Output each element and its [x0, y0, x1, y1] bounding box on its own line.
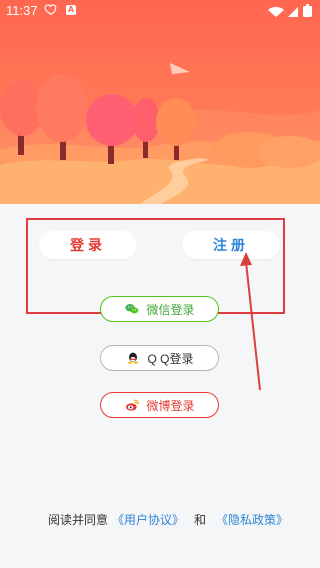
battery-icon [303, 4, 312, 17]
a-icon: A [66, 5, 76, 15]
qq-login-button[interactable]: Q Q登录 [100, 345, 219, 371]
signal-icon [288, 7, 298, 17]
weibo-login-label: 微博登录 [146, 398, 195, 413]
status-bar: 11:37 A [0, 0, 320, 22]
agreement-prefix: 阅读并同意 [48, 512, 109, 527]
agreement-and: 和 [194, 512, 207, 527]
heart-icon [44, 4, 57, 15]
wechat-login-button[interactable]: 微信登录 [100, 296, 219, 322]
user-agreement-link[interactable]: 《用户协议》 [112, 511, 184, 528]
qq-icon [128, 352, 139, 364]
wifi-icon [268, 7, 284, 17]
hero-landscape [0, 0, 320, 204]
agreement-row: 阅读并同意 《用户协议》 和 《隐私政策》 [44, 510, 288, 528]
header-illustration: 11:37 A [0, 0, 320, 204]
login-button[interactable]: 登录 [39, 231, 137, 259]
system-status-icons [268, 4, 312, 17]
wechat-login-label: 微信登录 [146, 302, 195, 317]
privacy-policy-link[interactable]: 《隐私政策》 [216, 511, 288, 528]
weibo-icon [126, 399, 140, 411]
status-time: 11:37 [6, 3, 38, 18]
annotation-arrow [240, 252, 261, 391]
qq-login-label: Q Q登录 [147, 351, 194, 366]
weibo-login-button[interactable]: 微博登录 [100, 392, 219, 418]
wechat-icon [125, 304, 139, 314]
